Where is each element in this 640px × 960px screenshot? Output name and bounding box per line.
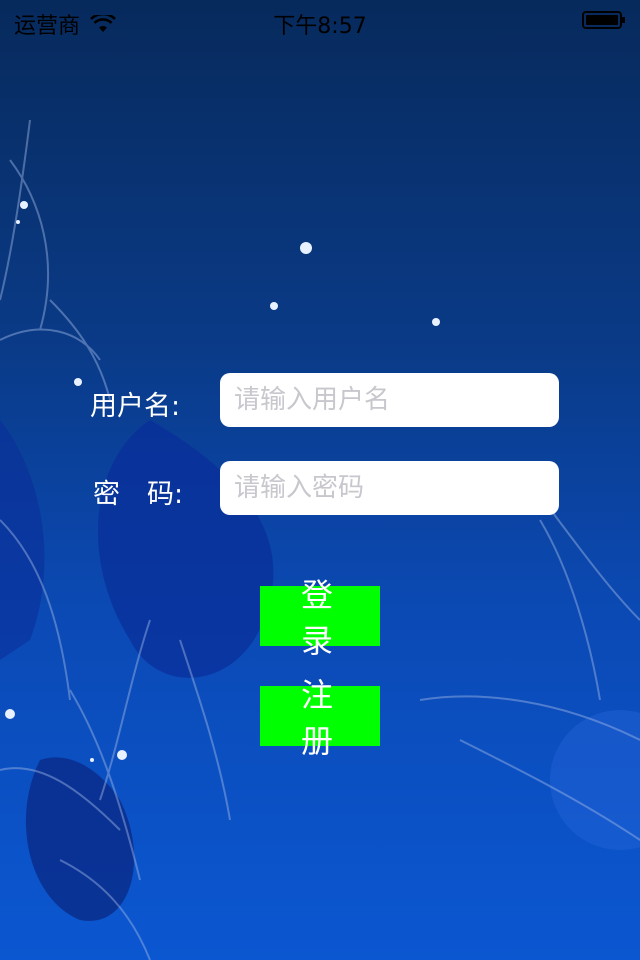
username-label: 用户名: [90,391,181,422]
battery-icon [582,11,625,29]
password-label: 密 码: [93,479,184,510]
status-bar: 运营商 下午8:57 [0,0,640,40]
status-time: 下午8:57 [273,14,367,39]
username-input[interactable] [220,373,559,427]
password-input[interactable] [220,461,559,515]
register-button[interactable]: 注册 [260,676,380,760]
login-button[interactable]: 登录 [260,576,380,660]
